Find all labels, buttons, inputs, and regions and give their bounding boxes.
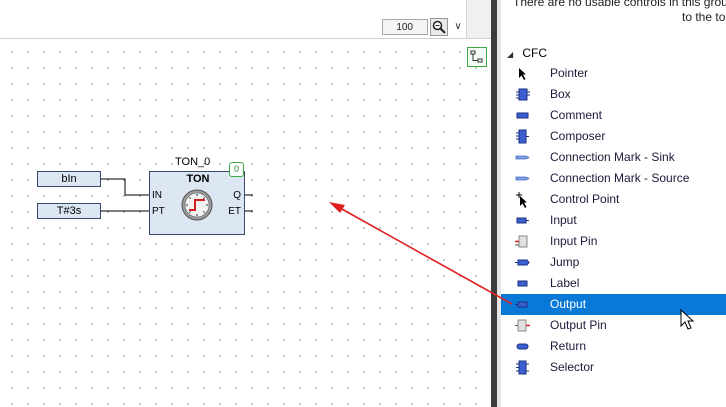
toolbox-item-label: Connection Mark - Sink — [550, 150, 675, 164]
toolbox-notice: There are no usable controls in this gro… — [513, 0, 726, 9]
composer-icon — [516, 129, 529, 144]
toolbox-item-label: Box — [550, 87, 571, 101]
comment-icon — [516, 112, 529, 119]
cfc-editor[interactable]: 100 ∨ bIn T#3s TON_0 TON IN PT Q ET 0 — [0, 0, 491, 407]
control-point-icon — [516, 192, 527, 208]
toolbox-item-label: Input — [550, 213, 577, 227]
box-icon — [516, 88, 530, 101]
toolbox-item-label[interactable]: Label — [501, 273, 726, 294]
connection-mark-source-icon — [515, 176, 530, 181]
toolbox-item-comment[interactable]: Comment — [501, 105, 726, 126]
toolbox-item-input-pin[interactable]: Input Pin — [501, 231, 726, 252]
pin-pt-label: PT — [152, 206, 165, 217]
input-pin-icon — [515, 235, 528, 248]
toolbox-item-connection-mark-source[interactable]: Connection Mark - Source — [501, 168, 726, 189]
pin-in-label: IN — [152, 190, 162, 201]
input-variable-bin[interactable]: bIn — [37, 171, 101, 187]
output-pin-icon — [515, 319, 530, 332]
toolbox-item-input[interactable]: Input — [501, 210, 726, 231]
toolbox-item-jump[interactable]: Jump — [501, 252, 726, 273]
block-instance-name[interactable]: TON_0 — [175, 156, 210, 168]
connection-mark-sink-icon — [515, 155, 530, 160]
toolbox-item-connection-mark-sink[interactable]: Connection Mark - Sink — [501, 147, 726, 168]
toolbox-item-label: Pointer — [550, 66, 589, 80]
toolbox-item-label: Composer — [550, 129, 606, 143]
toolbox-item-label: Comment — [550, 108, 603, 122]
toolbox-item-label: Output — [550, 297, 587, 311]
toolbox-category-cfc[interactable]: ◢ CFC — [507, 45, 547, 62]
ton-block[interactable]: TON IN PT Q ET — [149, 171, 245, 235]
toolbox-item-label: Jump — [550, 255, 580, 269]
selector-icon — [516, 360, 529, 375]
return-icon — [516, 343, 529, 350]
toolbox-item-selector[interactable]: Selector — [501, 357, 726, 378]
input-icon — [516, 217, 529, 224]
toolbox-item-label: Label — [550, 276, 580, 290]
execution-order-badge[interactable]: 0 — [229, 162, 244, 177]
toolbox-item-label: Input Pin — [550, 234, 598, 248]
toolbox-item-control-point[interactable]: Control Point — [501, 189, 726, 210]
toolbox-notice-continued: to the to — [682, 10, 726, 24]
toolbox-item-label: Output Pin — [550, 318, 607, 332]
pointer-icon — [519, 68, 526, 80]
toolbox-panel: There are no usable controls in this gro… — [501, 0, 726, 407]
timer-clock-icon — [181, 189, 213, 221]
jump-icon — [515, 259, 530, 266]
category-label: CFC — [522, 46, 548, 60]
toolbox-item-composer[interactable]: Composer — [501, 126, 726, 147]
toolbox-item-pointer[interactable]: Pointer — [501, 63, 726, 84]
pin-q-label: Q — [233, 190, 241, 201]
toolbox-item-label: Control Point — [550, 192, 620, 206]
toolbox-item-box[interactable]: Box — [501, 84, 726, 105]
output-icon — [515, 301, 528, 308]
collapse-triangle-icon[interactable]: ◢ — [507, 46, 519, 63]
toolbox-item-label: Return — [550, 339, 587, 353]
toolbox-item-label: Selector — [550, 360, 595, 374]
pin-et-label: ET — [228, 206, 241, 217]
label-icon — [517, 280, 528, 287]
mouse-cursor-icon — [680, 309, 695, 330]
toolbox-item-label: Connection Mark - Source — [550, 171, 690, 185]
toolbox-item-return[interactable]: Return — [501, 336, 726, 357]
input-variable-pt[interactable]: T#3s — [37, 203, 101, 219]
